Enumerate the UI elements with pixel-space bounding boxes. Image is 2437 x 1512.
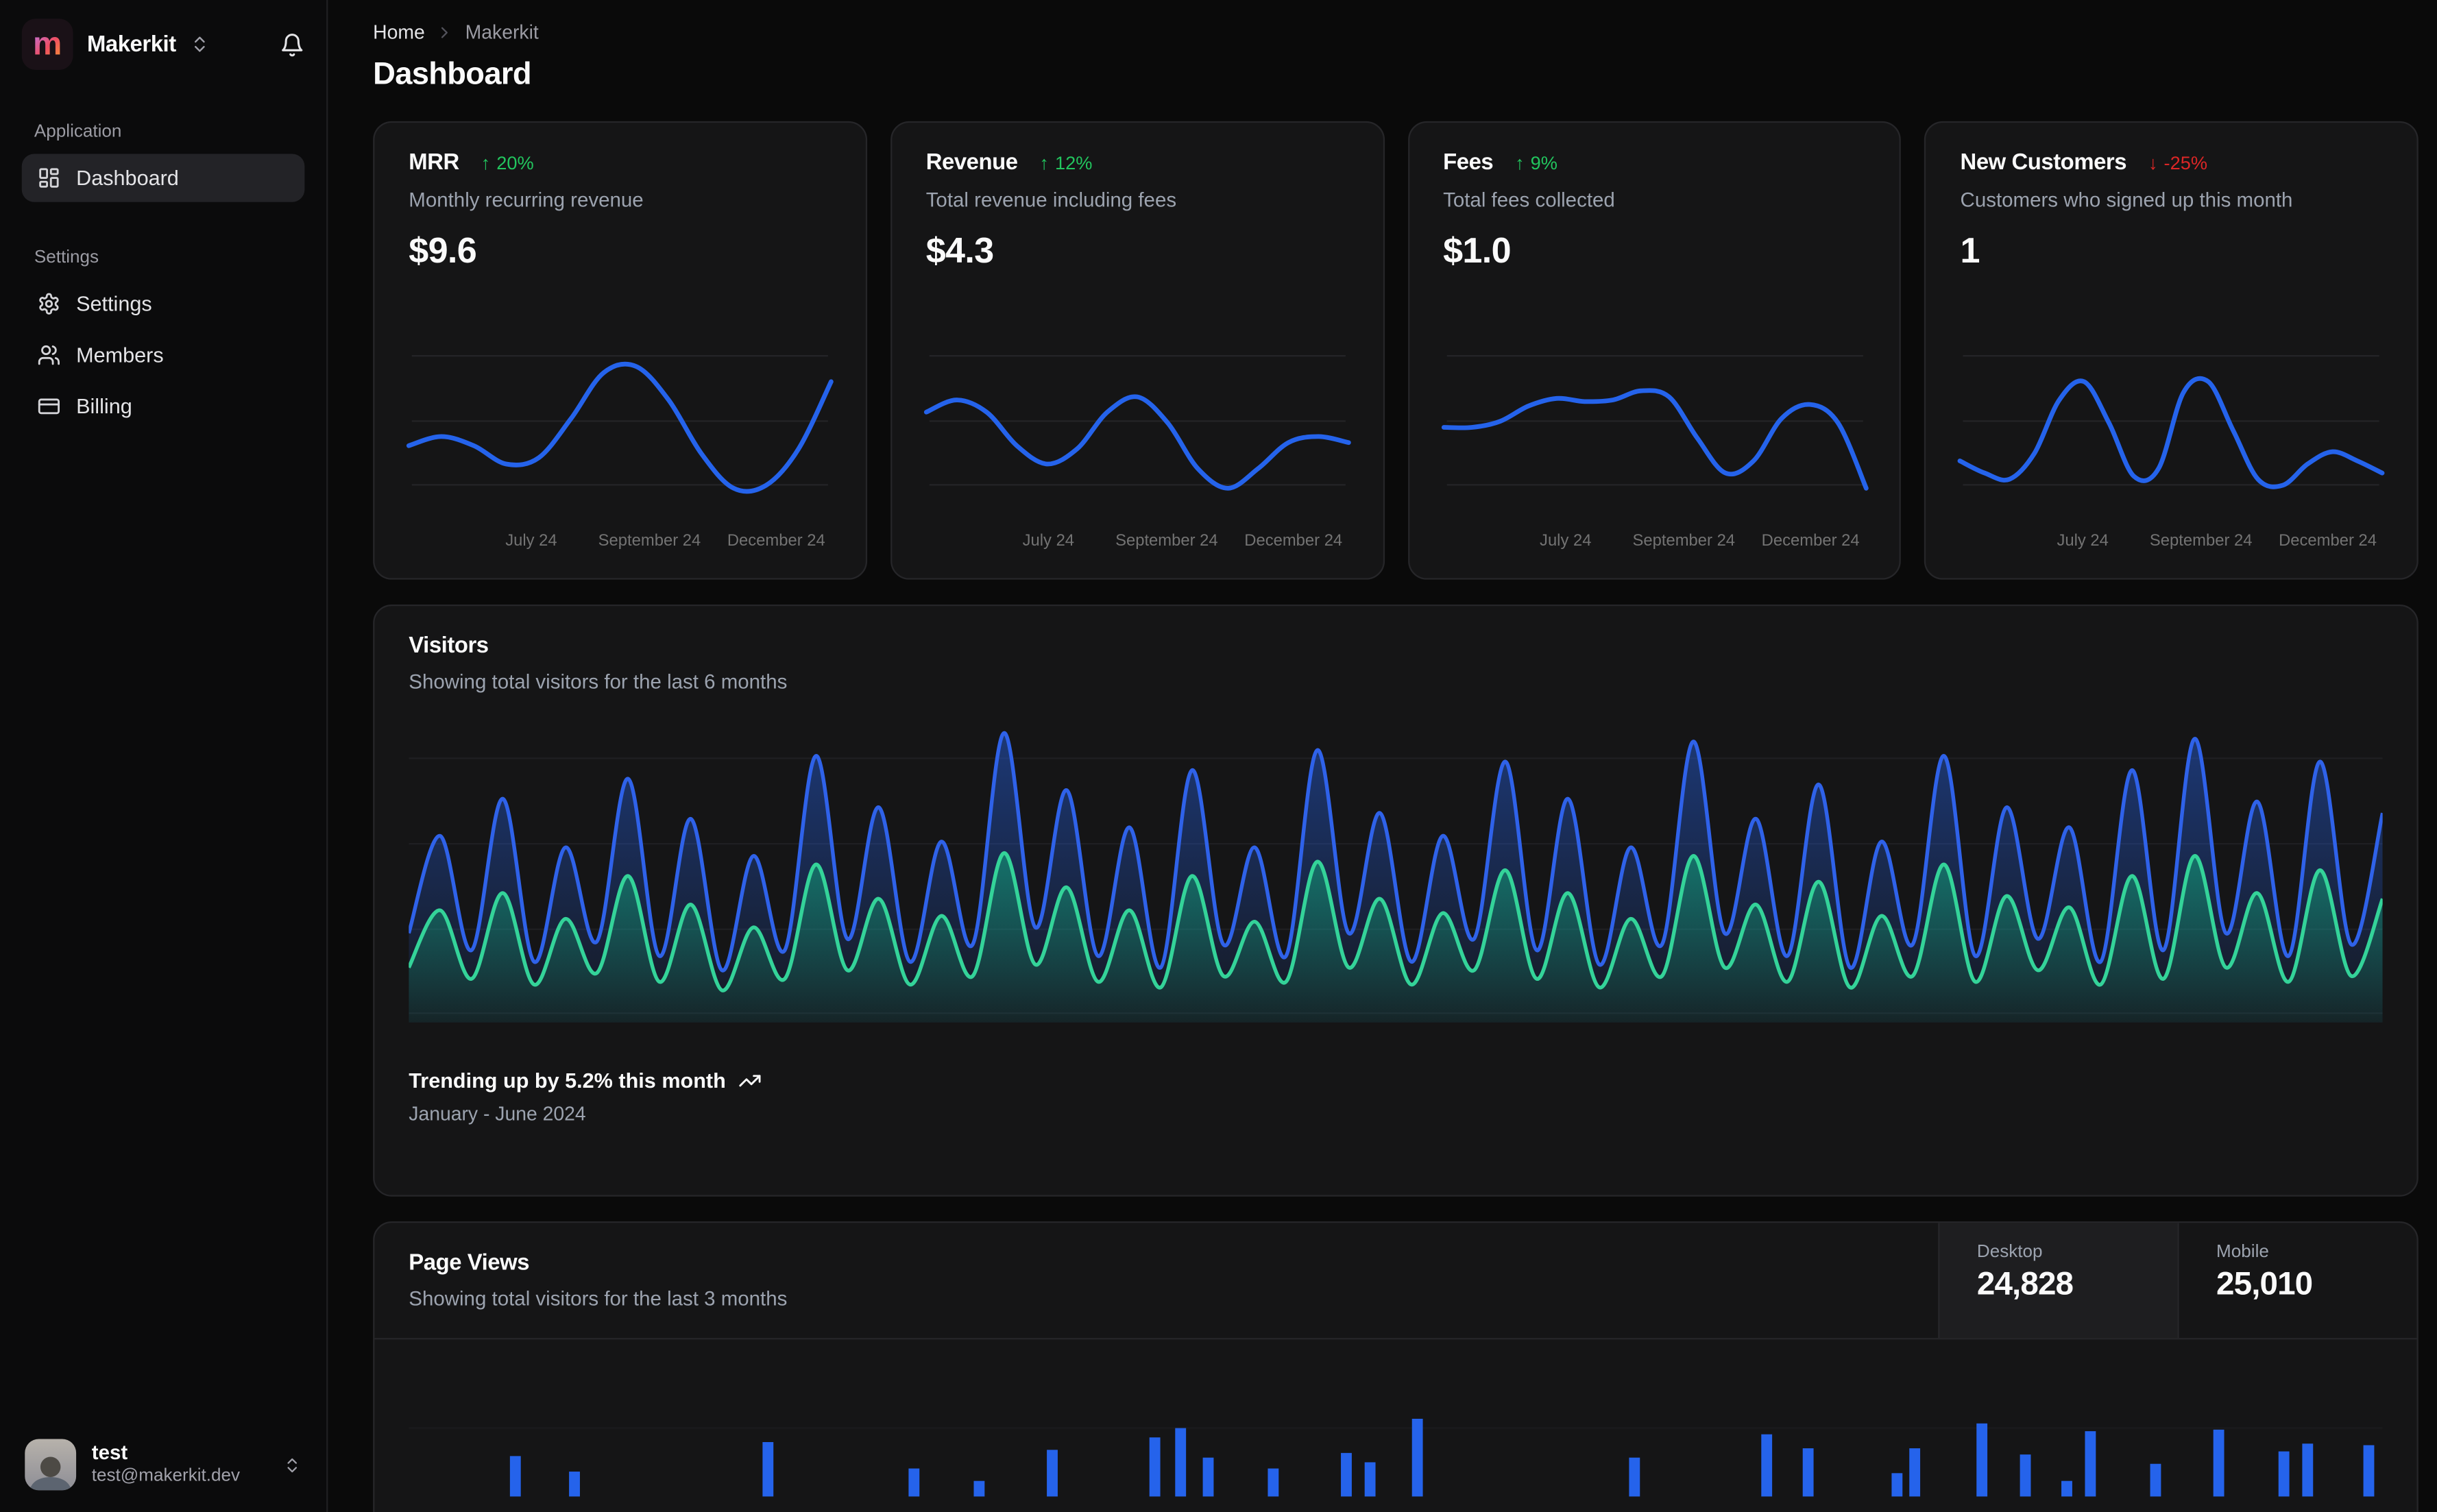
breadcrumb-home[interactable]: Home bbox=[373, 22, 425, 44]
trend-arrow-icon: ↑ bbox=[1514, 152, 1525, 174]
sidebar-section-application: Application bbox=[34, 123, 122, 142]
pv-cell-value: 24,828 bbox=[1976, 1266, 2074, 1302]
breadcrumb: Home Makerkit bbox=[373, 22, 2418, 44]
x-tick: December 24 bbox=[727, 531, 825, 550]
sidebar-item-billing[interactable]: Billing bbox=[22, 382, 305, 430]
visitors-title: Visitors bbox=[409, 634, 489, 659]
gear-icon bbox=[37, 292, 60, 315]
x-tick: July 24 bbox=[2057, 531, 2109, 550]
stat-subtitle: Total fees collected bbox=[1443, 188, 1615, 212]
sidebar-item-settings[interactable]: Settings bbox=[22, 280, 305, 328]
stat-title: MRR bbox=[409, 150, 459, 176]
stat-title: Revenue bbox=[925, 150, 1018, 176]
workspace-selector[interactable]: m Makerkit bbox=[21, 19, 305, 71]
stat-card-new-customers: New Customers ↓ -25% Customers who signed… bbox=[1924, 121, 2418, 580]
trend-badge: ↑ 20% bbox=[481, 152, 534, 174]
visitors-subtitle: Showing total visitors for the last 6 mo… bbox=[409, 670, 788, 694]
trend-arrow-icon: ↑ bbox=[481, 152, 491, 174]
mini-chart: July 24 September 24 December 24 bbox=[1440, 345, 1868, 556]
trend-badge: ↑ 12% bbox=[1039, 152, 1093, 174]
notifications-bell-icon[interactable] bbox=[280, 32, 304, 56]
x-tick: December 24 bbox=[1244, 531, 1343, 550]
mini-chart: July 24 September 24 December 24 bbox=[1958, 345, 2386, 556]
stat-title: Fees bbox=[1443, 150, 1494, 176]
chevrons-up-down-icon bbox=[283, 1455, 302, 1474]
page-views-toggle-desktop[interactable]: Desktop 24,828 bbox=[1938, 1223, 2178, 1339]
page-views-subtitle: Showing total visitors for the last 3 mo… bbox=[409, 1287, 788, 1310]
sidebar-item-label: Billing bbox=[76, 394, 132, 418]
sidebar-item-label: Dashboard bbox=[76, 166, 179, 190]
sidebar-item-members[interactable]: Members bbox=[22, 331, 305, 379]
page-views-header: Page Views Showing total visitors for th… bbox=[374, 1223, 2417, 1340]
user-email: test@makerkit.dev bbox=[91, 1467, 241, 1487]
x-tick: September 24 bbox=[2149, 531, 2253, 550]
chevron-right-icon bbox=[436, 23, 454, 42]
pv-cell-label: Mobile bbox=[2216, 1243, 2269, 1262]
page-views-toggle-mobile[interactable]: Mobile 25,010 bbox=[2177, 1223, 2416, 1339]
visitors-area-chart bbox=[409, 731, 2383, 1023]
pv-cell-label: Desktop bbox=[1976, 1243, 2043, 1262]
trending-up-icon bbox=[738, 1069, 762, 1093]
mini-chart: July 24 September 24 December 24 bbox=[406, 345, 834, 556]
sidebar: m Makerkit Application Dashboard Setting… bbox=[0, 0, 328, 1512]
x-tick: July 24 bbox=[1022, 531, 1075, 550]
user-meta: test test@makerkit.dev bbox=[92, 1441, 240, 1488]
pv-cell-value: 25,010 bbox=[2216, 1266, 2313, 1302]
stat-subtitle: Total revenue including fees bbox=[925, 188, 1177, 212]
users-icon bbox=[37, 343, 60, 367]
mini-chart: July 24 September 24 December 24 bbox=[923, 345, 1351, 556]
app-root: m Makerkit Application Dashboard Setting… bbox=[0, 0, 2437, 1512]
workspace-name: Makerkit bbox=[86, 32, 176, 57]
x-tick: July 24 bbox=[1540, 531, 1592, 550]
page-views-card: Page Views Showing total visitors for th… bbox=[373, 1221, 2418, 1512]
x-tick: December 24 bbox=[2279, 531, 2377, 550]
stat-value: $9.6 bbox=[409, 230, 477, 271]
trend-badge: ↑ 9% bbox=[1514, 152, 1557, 174]
stat-card-mrr: MRR ↑ 20% Monthly recurring revenue $9.6 … bbox=[373, 121, 867, 580]
sidebar-item-label: Settings bbox=[76, 292, 152, 316]
makerkit-logo: m bbox=[21, 19, 73, 71]
x-tick: July 24 bbox=[505, 531, 557, 550]
page-views-title: Page Views bbox=[409, 1251, 530, 1276]
sidebar-item-label: Members bbox=[76, 343, 164, 367]
visitors-footer: Trending up by 5.2% this month January -… bbox=[409, 1069, 2382, 1125]
trend-badge: ↓ -25% bbox=[2148, 152, 2208, 174]
user-menu[interactable]: test test@makerkit.dev bbox=[19, 1432, 308, 1496]
sidebar-item-dashboard[interactable]: Dashboard bbox=[21, 154, 305, 202]
trend-arrow-icon: ↑ bbox=[1039, 152, 1049, 174]
stat-value: $1.0 bbox=[1443, 230, 1511, 271]
page-title: Dashboard bbox=[373, 57, 531, 92]
main-content: Home Makerkit Dashboard MRR ↑ 20% Monthly… bbox=[328, 0, 2437, 1512]
visitors-card: Visitors Showing total visitors for the … bbox=[373, 604, 2418, 1197]
sidebar-section-settings: Settings bbox=[34, 248, 99, 267]
avatar bbox=[25, 1439, 77, 1491]
visitors-date-range: January - June 2024 bbox=[409, 1103, 586, 1125]
stat-title: New Customers bbox=[1960, 150, 2127, 176]
stat-subtitle: Customers who signed up this month bbox=[1960, 188, 2293, 212]
stat-cards-row: MRR ↑ 20% Monthly recurring revenue $9.6 … bbox=[373, 121, 2418, 580]
visitors-trend-text: Trending up by 5.2% this month bbox=[409, 1069, 726, 1093]
stat-card-revenue: Revenue ↑ 12% Total revenue including fee… bbox=[890, 121, 1384, 580]
x-tick: September 24 bbox=[1632, 531, 1736, 550]
x-tick: September 24 bbox=[598, 531, 701, 550]
trend-arrow-icon: ↓ bbox=[2148, 152, 2158, 174]
breadcrumb-current: Makerkit bbox=[465, 21, 539, 44]
stat-value: $4.3 bbox=[925, 230, 994, 271]
page-views-bar-chart bbox=[409, 1418, 2383, 1497]
x-tick: September 24 bbox=[1115, 531, 1218, 550]
logo-letter: m bbox=[32, 26, 62, 62]
stat-value: 1 bbox=[1960, 230, 1980, 271]
user-name: test bbox=[91, 1441, 128, 1465]
x-tick: December 24 bbox=[1761, 531, 1860, 550]
credit-card-icon bbox=[37, 395, 60, 418]
stat-subtitle: Monthly recurring revenue bbox=[409, 188, 644, 212]
dashboard-icon bbox=[37, 167, 60, 190]
chevrons-up-down-icon bbox=[190, 34, 210, 54]
stat-card-fees: Fees ↑ 9% Total fees collected $1.0 July … bbox=[1407, 121, 1902, 580]
